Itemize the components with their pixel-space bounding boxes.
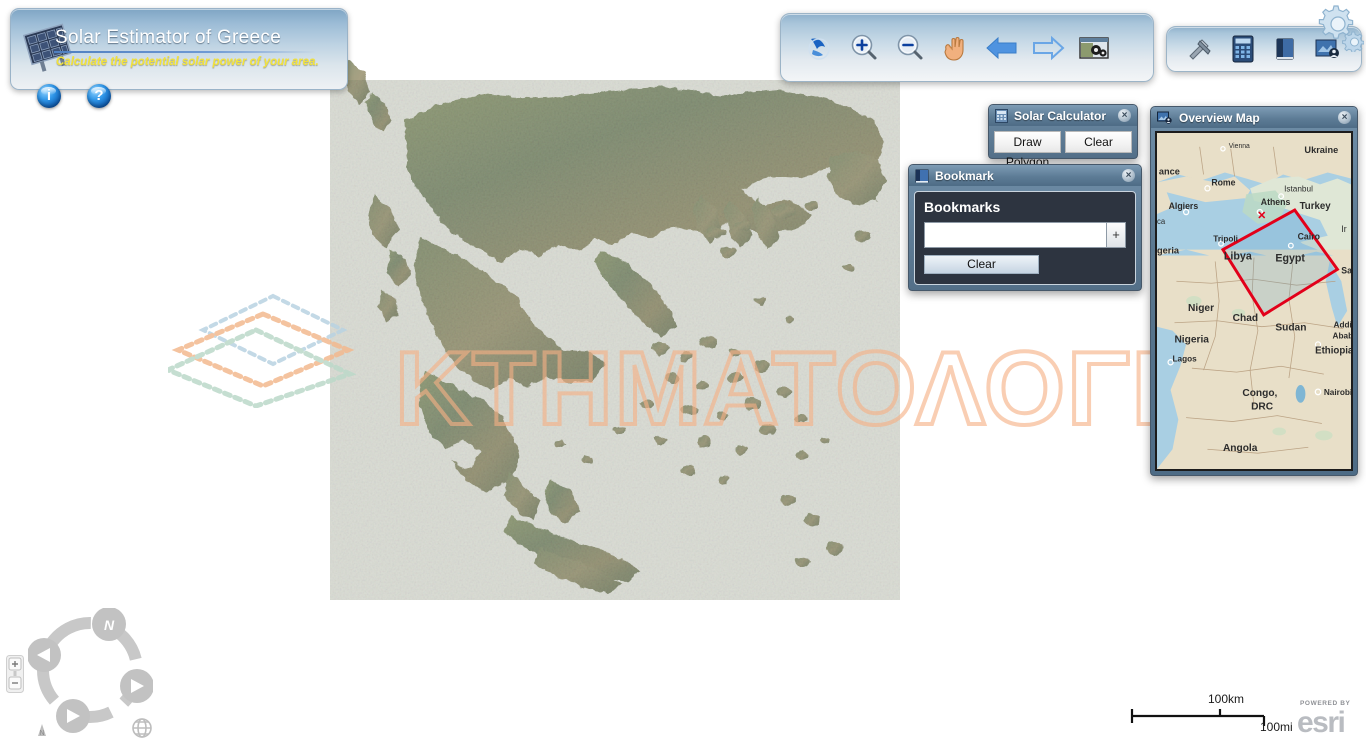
bookmark-icon[interactable]	[1264, 30, 1307, 68]
zoom-in-icon[interactable]	[841, 25, 887, 71]
bookmark-name-input[interactable]	[924, 222, 1106, 248]
bookmark-titlebar[interactable]: Bookmark ×	[909, 165, 1141, 186]
bookmark-body: Bookmarks + Clear	[909, 186, 1141, 290]
close-icon[interactable]: ×	[1338, 111, 1351, 124]
bookmark-title: Bookmark	[935, 168, 994, 183]
overview-place-label: ance	[1159, 166, 1180, 176]
zoom-slider-track	[13, 671, 17, 676]
map-toolbar	[780, 13, 1154, 88]
overview-place-label: DRC	[1251, 402, 1274, 413]
overview-map-icon	[1157, 111, 1172, 124]
overview-place-label: ca	[1157, 217, 1166, 226]
nav-ring	[37, 617, 143, 723]
overview-place-label: Cairo	[1298, 232, 1321, 242]
page-title: Solar Estimator of Greece	[55, 27, 282, 48]
help-button[interactable]: ?	[87, 84, 111, 108]
overview-place-label: Istanbul	[1284, 183, 1313, 193]
title-divider	[54, 51, 316, 53]
previous-extent-icon[interactable]	[979, 25, 1025, 71]
overview-map-viewport[interactable]: Ukraine Vienna ance Rome Istanbul Algiers Athe…	[1155, 131, 1353, 471]
close-icon[interactable]: ×	[1122, 169, 1135, 182]
help-label: ?	[94, 87, 104, 104]
bookmarks-heading: Bookmarks	[924, 199, 1001, 215]
overview-place-label: Sudan	[1275, 323, 1306, 334]
pan-hand-icon[interactable]	[933, 25, 979, 71]
solar-calculator-icon[interactable]	[1222, 30, 1265, 68]
app-title-banner: Solar Estimator of Greece Calculate the …	[10, 8, 348, 97]
solar-calculator-titlebar[interactable]: Solar Calculator ×	[989, 105, 1137, 126]
overview-place-label: Algiers	[1169, 201, 1199, 211]
application-root: ΚΤΗΜΑΤΟΛΟΓΙΟ Solar Estimator of Greece C…	[0, 0, 1366, 746]
overview-place-label: Nigeria	[1174, 334, 1209, 345]
calculator-icon	[995, 108, 1008, 123]
overview-place-label: Chad	[1233, 313, 1258, 324]
info-button[interactable]: i	[37, 84, 61, 108]
draw-polygon-button[interactable]: Draw Polygon	[994, 131, 1061, 169]
solar-calculator-title: Solar Calculator	[1014, 108, 1107, 123]
overview-place-label: Athens	[1261, 197, 1291, 207]
overview-map-titlebar[interactable]: Overview Map ×	[1151, 107, 1357, 128]
overview-place-label: Ukraine	[1304, 145, 1338, 155]
map-settings-icon[interactable]	[1071, 25, 1117, 71]
overview-map-title: Overview Map	[1179, 110, 1260, 125]
pan-north-button: N	[92, 608, 126, 641]
overview-place-label: Rome	[1211, 177, 1235, 187]
overview-place-label: Ethiopia	[1315, 345, 1351, 356]
next-extent-icon[interactable]	[1025, 25, 1071, 71]
full-extent-icon[interactable]	[795, 25, 841, 71]
info-label: i	[46, 87, 52, 104]
overview-map-window: Overview Map × Ukraine Vienna ance Rome …	[1150, 106, 1358, 476]
pan-south-button	[56, 699, 90, 733]
overview-place-label: Congo,	[1242, 388, 1277, 399]
overview-map-labels: Ukraine Vienna ance Rome Istanbul Algiers Athe…	[1157, 143, 1351, 454]
north-arrow-icon: N	[38, 724, 46, 737]
scale-bar	[1130, 709, 1266, 726]
overview-place-label: Sa	[1341, 265, 1351, 275]
gears-icon[interactable]	[1312, 2, 1364, 52]
overview-place-label: Niger	[1188, 303, 1214, 314]
overview-place-label: Lagos	[1173, 353, 1198, 363]
overview-place-label: Angola	[1223, 443, 1258, 454]
scale-mi-label: 100mi	[1260, 720, 1293, 734]
zoom-slider[interactable]	[6, 655, 24, 693]
overview-place-label: Vienna	[1229, 143, 1250, 150]
esri-brand-label: esri	[1297, 706, 1346, 739]
overview-place-label: Turkey	[1300, 201, 1332, 212]
pan-west-button	[28, 638, 61, 672]
overview-place-label: Libya	[1224, 250, 1253, 262]
overview-place-label: geria	[1157, 245, 1180, 255]
pan-east-button	[120, 669, 153, 703]
solar-calculator-window: Solar Calculator × Draw Polygon Clear	[988, 104, 1138, 169]
overview-place-label: Addis	[1334, 320, 1351, 330]
close-icon[interactable]: ×	[1118, 109, 1131, 122]
solar-calculator-body: Draw Polygon Clear	[989, 126, 1137, 169]
tools-icon[interactable]	[1179, 30, 1222, 68]
overview-place-label: Egypt	[1275, 252, 1305, 264]
solar-clear-button[interactable]: Clear	[1065, 131, 1132, 153]
overview-place-label: Tripoli	[1213, 234, 1238, 244]
svg-text:N: N	[39, 730, 44, 737]
full-extent-globe	[132, 718, 152, 738]
book-icon	[915, 169, 929, 183]
svg-text:N: N	[104, 617, 115, 633]
pan-navigation-rose[interactable]: N N	[28, 608, 153, 738]
bookmark-window: Bookmark × Bookmarks + Clear	[908, 164, 1142, 291]
bookmark-clear-button[interactable]: Clear	[924, 255, 1039, 274]
zoom-out-icon[interactable]	[887, 25, 933, 71]
scale-km-label: 100km	[1208, 692, 1245, 706]
add-bookmark-button[interactable]: +	[1106, 222, 1126, 248]
page-subtitle: Calculate the potential solar power of y…	[56, 56, 319, 68]
overview-place-label: Nairobi	[1324, 387, 1351, 397]
overview-place-label: Ir	[1341, 224, 1346, 234]
overview-place-label: Ababa	[1333, 330, 1351, 340]
